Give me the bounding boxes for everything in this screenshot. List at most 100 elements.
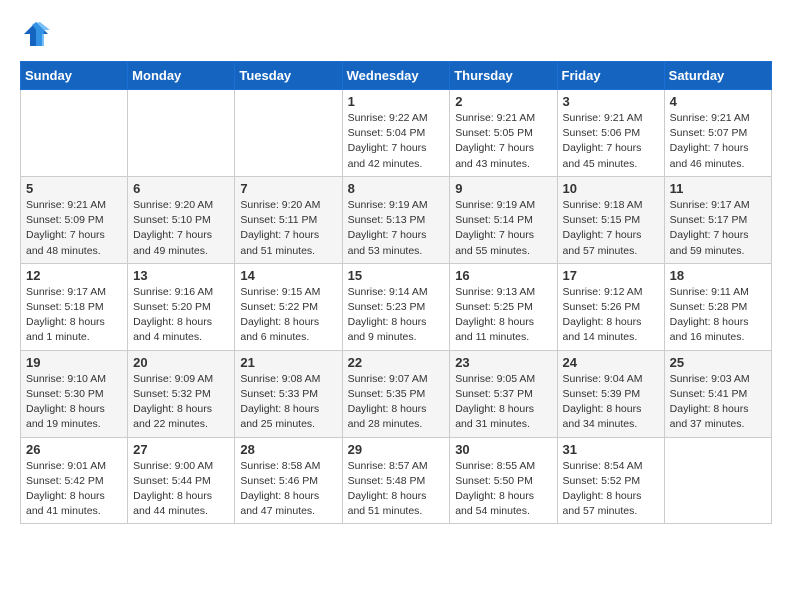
calendar-cell: 29Sunrise: 8:57 AMSunset: 5:48 PMDayligh… <box>342 437 450 524</box>
day-content: Sunrise: 9:21 AMSunset: 5:07 PMDaylight:… <box>670 111 766 172</box>
day-content: Sunrise: 9:18 AMSunset: 5:15 PMDaylight:… <box>563 198 659 259</box>
day-content: Sunrise: 9:21 AMSunset: 5:05 PMDaylight:… <box>455 111 551 172</box>
calendar-cell: 23Sunrise: 9:05 AMSunset: 5:37 PMDayligh… <box>450 350 557 437</box>
week-row-5: 26 Sunrise: 9:01 AMSunset: 5:42 PMDayligh… <box>21 437 772 524</box>
weekday-header-tuesday: Tuesday <box>235 62 342 90</box>
day-number: 27 <box>133 442 229 457</box>
day-content: Sunrise: 9:21 AMSunset: 5:06 PMDaylight:… <box>563 111 659 172</box>
logo <box>20 20 50 53</box>
calendar-cell: 6 Sunrise: 9:20 AMSunset: 5:10 PMDaylight… <box>128 176 235 263</box>
calendar-cell: 13Sunrise: 9:16 AMSunset: 5:20 PMDayligh… <box>128 263 235 350</box>
calendar-cell: 17Sunrise: 9:12 AMSunset: 5:26 PMDayligh… <box>557 263 664 350</box>
day-number: 23 <box>455 355 551 370</box>
day-content: Sunrise: 9:17 AMSunset: 5:17 PMDaylight:… <box>670 198 766 259</box>
weekday-header-row: SundayMondayTuesdayWednesdayThursdayFrid… <box>21 62 772 90</box>
calendar-cell: 28 Sunrise: 8:58 AMSunset: 5:46 PMDayligh… <box>235 437 342 524</box>
calendar-cell: 18 Sunrise: 9:11 AMSunset: 5:28 PMDayligh… <box>664 263 771 350</box>
calendar-cell: 9 Sunrise: 9:19 AMSunset: 5:14 PMDaylight… <box>450 176 557 263</box>
day-content: Sunrise: 9:00 AMSunset: 5:44 PMDaylight:… <box>133 459 229 520</box>
day-number: 19 <box>26 355 122 370</box>
calendar-table: SundayMondayTuesdayWednesdayThursdayFrid… <box>20 61 772 524</box>
day-number: 12 <box>26 268 122 283</box>
day-number: 18 <box>670 268 766 283</box>
day-content: Sunrise: 9:14 AMSunset: 5:23 PMDaylight:… <box>348 285 445 346</box>
day-content: Sunrise: 9:10 AMSunset: 5:30 PMDaylight:… <box>26 372 122 433</box>
day-number: 28 <box>240 442 336 457</box>
day-content: Sunrise: 9:08 AMSunset: 5:33 PMDaylight:… <box>240 372 336 433</box>
calendar-cell: 31 Sunrise: 8:54 AMSunset: 5:52 PMDayligh… <box>557 437 664 524</box>
calendar-cell: 4 Sunrise: 9:21 AMSunset: 5:07 PMDaylight… <box>664 90 771 177</box>
day-number: 24 <box>563 355 659 370</box>
day-number: 10 <box>563 181 659 196</box>
week-row-2: 5 Sunrise: 9:21 AMSunset: 5:09 PMDaylight… <box>21 176 772 263</box>
calendar-cell: 30Sunrise: 8:55 AMSunset: 5:50 PMDayligh… <box>450 437 557 524</box>
day-content: Sunrise: 9:07 AMSunset: 5:35 PMDaylight:… <box>348 372 445 433</box>
day-content: Sunrise: 9:15 AMSunset: 5:22 PMDaylight:… <box>240 285 336 346</box>
week-row-4: 19 Sunrise: 9:10 AMSunset: 5:30 PMDayligh… <box>21 350 772 437</box>
calendar-cell: 20 Sunrise: 9:09 AMSunset: 5:32 PMDayligh… <box>128 350 235 437</box>
day-number: 14 <box>240 268 336 283</box>
day-number: 26 <box>26 442 122 457</box>
weekday-header-monday: Monday <box>128 62 235 90</box>
day-number: 6 <box>133 181 229 196</box>
day-content: Sunrise: 9:21 AMSunset: 5:09 PMDaylight:… <box>26 198 122 259</box>
day-content: Sunrise: 8:58 AMSunset: 5:46 PMDaylight:… <box>240 459 336 520</box>
day-number: 25 <box>670 355 766 370</box>
calendar-cell: 7 Sunrise: 9:20 AMSunset: 5:11 PMDaylight… <box>235 176 342 263</box>
calendar-cell: 27 Sunrise: 9:00 AMSunset: 5:44 PMDayligh… <box>128 437 235 524</box>
day-number: 8 <box>348 181 445 196</box>
day-content: Sunrise: 9:11 AMSunset: 5:28 PMDaylight:… <box>670 285 766 346</box>
day-content: Sunrise: 9:22 AMSunset: 5:04 PMDaylight:… <box>348 111 445 172</box>
calendar-cell: 14 Sunrise: 9:15 AMSunset: 5:22 PMDayligh… <box>235 263 342 350</box>
calendar-cell: 1 Sunrise: 9:22 AMSunset: 5:04 PMDaylight… <box>342 90 450 177</box>
day-number: 2 <box>455 94 551 109</box>
page: SundayMondayTuesdayWednesdayThursdayFrid… <box>0 0 792 534</box>
weekday-header-wednesday: Wednesday <box>342 62 450 90</box>
weekday-header-friday: Friday <box>557 62 664 90</box>
calendar-cell: 16 Sunrise: 9:13 AMSunset: 5:25 PMDayligh… <box>450 263 557 350</box>
week-row-3: 12Sunrise: 9:17 AMSunset: 5:18 PMDayligh… <box>21 263 772 350</box>
calendar-cell: 3Sunrise: 9:21 AMSunset: 5:06 PMDaylight… <box>557 90 664 177</box>
day-number: 11 <box>670 181 766 196</box>
day-content: Sunrise: 9:20 AMSunset: 5:11 PMDaylight:… <box>240 198 336 259</box>
calendar-cell: 2 Sunrise: 9:21 AMSunset: 5:05 PMDaylight… <box>450 90 557 177</box>
day-content: Sunrise: 9:01 AMSunset: 5:42 PMDaylight:… <box>26 459 122 520</box>
day-content: Sunrise: 9:19 AMSunset: 5:13 PMDaylight:… <box>348 198 445 259</box>
weekday-header-saturday: Saturday <box>664 62 771 90</box>
day-number: 16 <box>455 268 551 283</box>
day-content: Sunrise: 9:09 AMSunset: 5:32 PMDaylight:… <box>133 372 229 433</box>
calendar-cell: 22 Sunrise: 9:07 AMSunset: 5:35 PMDayligh… <box>342 350 450 437</box>
calendar-cell: 15Sunrise: 9:14 AMSunset: 5:23 PMDayligh… <box>342 263 450 350</box>
day-content: Sunrise: 9:13 AMSunset: 5:25 PMDaylight:… <box>455 285 551 346</box>
calendar-cell: 10 Sunrise: 9:18 AMSunset: 5:15 PMDayligh… <box>557 176 664 263</box>
day-number: 20 <box>133 355 229 370</box>
day-number: 7 <box>240 181 336 196</box>
day-number: 9 <box>455 181 551 196</box>
day-number: 30 <box>455 442 551 457</box>
day-number: 4 <box>670 94 766 109</box>
calendar-cell: 5 Sunrise: 9:21 AMSunset: 5:09 PMDaylight… <box>21 176 128 263</box>
day-number: 22 <box>348 355 445 370</box>
calendar-cell <box>664 437 771 524</box>
day-content: Sunrise: 9:19 AMSunset: 5:14 PMDaylight:… <box>455 198 551 259</box>
day-content: Sunrise: 9:20 AMSunset: 5:10 PMDaylight:… <box>133 198 229 259</box>
calendar-cell <box>21 90 128 177</box>
day-number: 17 <box>563 268 659 283</box>
day-number: 5 <box>26 181 122 196</box>
calendar-cell: 8 Sunrise: 9:19 AMSunset: 5:13 PMDaylight… <box>342 176 450 263</box>
day-content: Sunrise: 8:54 AMSunset: 5:52 PMDaylight:… <box>563 459 659 520</box>
calendar-cell: 21 Sunrise: 9:08 AMSunset: 5:33 PMDayligh… <box>235 350 342 437</box>
day-content: Sunrise: 9:03 AMSunset: 5:41 PMDaylight:… <box>670 372 766 433</box>
calendar-cell <box>128 90 235 177</box>
weekday-header-sunday: Sunday <box>21 62 128 90</box>
header <box>20 20 772 53</box>
calendar-cell: 11 Sunrise: 9:17 AMSunset: 5:17 PMDayligh… <box>664 176 771 263</box>
day-number: 31 <box>563 442 659 457</box>
day-content: Sunrise: 8:57 AMSunset: 5:48 PMDaylight:… <box>348 459 445 520</box>
day-number: 21 <box>240 355 336 370</box>
calendar-cell: 25 Sunrise: 9:03 AMSunset: 5:41 PMDayligh… <box>664 350 771 437</box>
day-content: Sunrise: 9:16 AMSunset: 5:20 PMDaylight:… <box>133 285 229 346</box>
calendar-cell: 12Sunrise: 9:17 AMSunset: 5:18 PMDayligh… <box>21 263 128 350</box>
day-number: 1 <box>348 94 445 109</box>
calendar-cell: 19 Sunrise: 9:10 AMSunset: 5:30 PMDayligh… <box>21 350 128 437</box>
